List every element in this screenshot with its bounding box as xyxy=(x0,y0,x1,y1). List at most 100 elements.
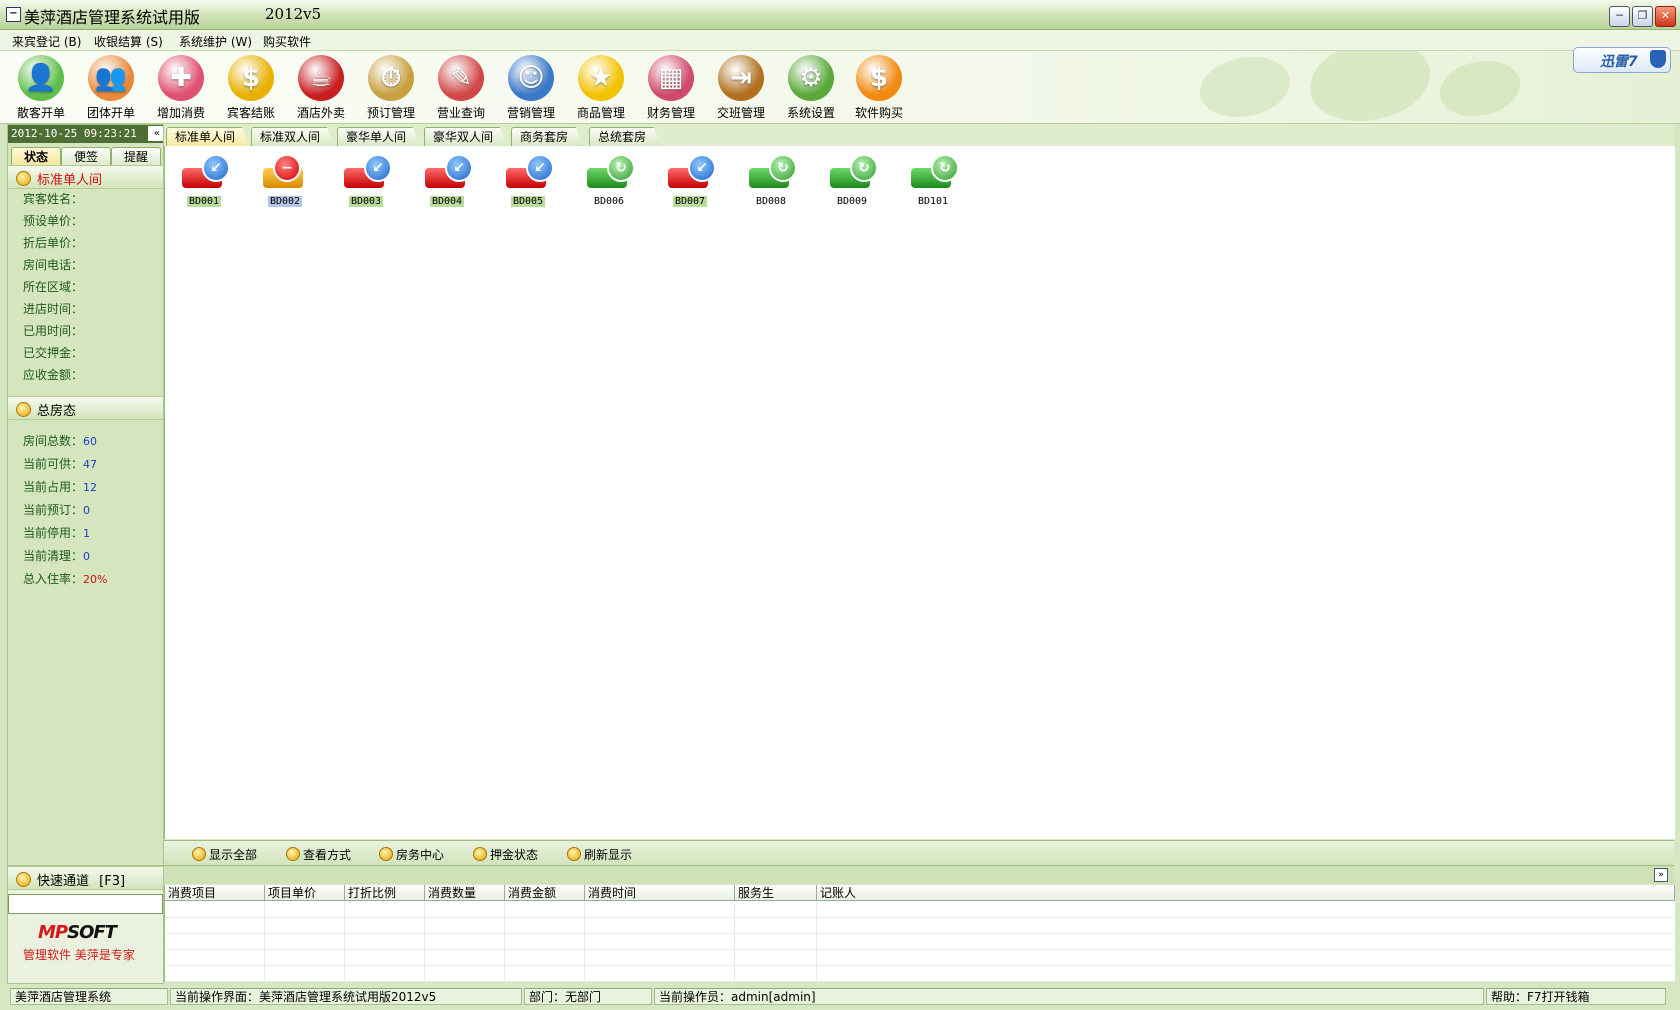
room-tile[interactable]: ↙ BD003 xyxy=(333,154,399,226)
menu-checkout[interactable]: 收银结算 (S) xyxy=(94,33,163,50)
grid-divider xyxy=(344,901,345,982)
action-button-4[interactable]: 刷新显示 xyxy=(567,846,632,863)
guest-field-label: 已交押金： xyxy=(23,346,84,360)
checkout-icon: $ xyxy=(228,55,274,101)
room-number: BD009 xyxy=(836,196,868,207)
room-tile[interactable]: ↙ BD004 xyxy=(414,154,480,226)
collapse-panel-button[interactable]: « xyxy=(148,126,163,141)
room-tile[interactable]: ↙ BD007 xyxy=(657,154,723,226)
toolbar-label: 营业查询 xyxy=(436,106,485,120)
grid-row-line xyxy=(165,933,1675,934)
room-tile[interactable]: ↻ BD101 xyxy=(900,154,966,226)
column-header[interactable]: 消费项目 xyxy=(165,885,265,901)
maximize-button[interactable]: ❐ xyxy=(1632,6,1653,27)
status-bar: 美萍酒店管理系统 当前操作界面：美萍酒店管理系统试用版2012v5 部门：无部门… xyxy=(0,984,1680,1010)
room-tile[interactable]: ↙ BD001 xyxy=(171,154,237,226)
toolbar-button-1[interactable]: 👥 团体开单 xyxy=(78,55,144,121)
column-header[interactable]: 消费数量 xyxy=(425,885,505,901)
toolbar-label: 预订管理 xyxy=(366,106,415,120)
toolbar: 👤 散客开单 👥 团体开单 ✚ 增加消费 $ 宾客结账 ☕ 酒店外卖 ⏱ 预订管理 ✎ 营业查询 ☺ 营销管理… xyxy=(0,51,1680,124)
quick-access-input[interactable] xyxy=(8,894,163,914)
toolbar-button-3[interactable]: $ 宾客结账 xyxy=(218,55,284,121)
room-info-header[interactable]: 标准单人间 xyxy=(8,165,163,189)
room-tile[interactable]: ↙ BD005 xyxy=(495,154,561,226)
grid-divider xyxy=(264,901,265,982)
quick-title-text: 快速通道 xyxy=(37,874,90,889)
room-type-tab-2[interactable]: 豪华单人间 xyxy=(337,127,422,147)
column-header[interactable]: 服务生 xyxy=(735,885,817,901)
settings-gear-icon: ⚙ xyxy=(788,55,834,101)
toolbar-button-10[interactable]: ⇥ 交班管理 xyxy=(708,55,774,121)
room-tile[interactable]: − BD002 xyxy=(252,154,318,226)
grid-row-line xyxy=(165,965,1675,966)
expand-icon[interactable]: » xyxy=(1654,868,1668,882)
toolbar-button-11[interactable]: ⚙ 系统设置 xyxy=(778,55,844,121)
toolbar-button-7[interactable]: ☺ 营销管理 xyxy=(498,55,564,121)
column-header[interactable]: 消费时间 xyxy=(585,885,735,901)
toolbar-button-12[interactable]: $ 软件购买 xyxy=(846,55,912,121)
room-tile[interactable]: ↻ BD008 xyxy=(738,154,804,226)
grid-row-line xyxy=(165,917,1675,918)
menu-buy-software[interactable]: 购买软件 xyxy=(263,33,311,50)
room-available-icon: ↻ xyxy=(587,154,635,188)
close-button[interactable]: ✕ xyxy=(1655,6,1676,27)
grid-divider xyxy=(734,901,735,982)
toolbar-button-4[interactable]: ☕ 酒店外卖 xyxy=(288,55,354,121)
buy-dollar-icon: $ xyxy=(856,55,902,101)
room-number: BD101 xyxy=(917,196,949,207)
xunlei-badge[interactable]: 迅雷7 xyxy=(1573,47,1671,73)
room-occupied-icon: ↙ xyxy=(182,154,230,188)
summary-field: 当前可供：47 xyxy=(23,455,97,472)
toolbar-button-0[interactable]: 👤 散客开单 xyxy=(8,55,74,121)
room-tile[interactable]: ↻ BD006 xyxy=(576,154,642,226)
toolbar-button-5[interactable]: ⏱ 预订管理 xyxy=(358,55,424,121)
window-version: 2012v5 xyxy=(265,5,322,23)
action-button-2[interactable]: 房务中心 xyxy=(379,846,444,863)
tab-notes[interactable]: 便签 xyxy=(61,147,111,166)
grid-divider xyxy=(816,901,817,982)
room-tile[interactable]: ↻ BD009 xyxy=(819,154,885,226)
toolbar-label: 增加消费 xyxy=(156,106,205,120)
action-label: 房务中心 xyxy=(396,848,445,862)
minimize-button[interactable]: ─ xyxy=(1609,6,1630,27)
action-button-1[interactable]: 查看方式 xyxy=(286,846,351,863)
action-button-3[interactable]: 押金状态 xyxy=(473,846,538,863)
action-label: 刷新显示 xyxy=(584,848,633,862)
room-occupied-icon: ↙ xyxy=(668,154,716,188)
room-type-tab-5[interactable]: 总统套房 xyxy=(589,127,662,147)
guest-field-label: 预设单价： xyxy=(23,214,84,228)
left-panel: 2012-10-25 09:23:21 « 状态 便签 提醒 标准单人间 宾客姓… xyxy=(7,124,164,984)
room-type-tab-0[interactable]: 标准单人间 xyxy=(166,127,251,147)
summary-header[interactable]: 总房态 xyxy=(8,396,163,420)
menu-system-maintenance[interactable]: 系统维护 (W) xyxy=(179,33,252,50)
guest-field-label: 所在区域： xyxy=(23,280,84,294)
mpsoft-logo: MPSOFT xyxy=(38,922,117,943)
toolbar-button-8[interactable]: ★ 商品管理 xyxy=(568,55,634,121)
quick-access-panel: 快速通道 [F3] MPSOFT 管理软件 美萍是专家 xyxy=(7,865,164,984)
toolbar-button-9[interactable]: ▦ 财务管理 xyxy=(638,55,704,121)
toolbar-button-6[interactable]: ✎ 营业查询 xyxy=(428,55,494,121)
marketing-icon: ☺ xyxy=(508,55,554,101)
room-type-tab-4[interactable]: 商务套房 xyxy=(511,127,584,147)
quick-hotkey: [F3] xyxy=(99,874,126,889)
room-available-icon: ↻ xyxy=(911,154,959,188)
column-header[interactable]: 消费金额 xyxy=(505,885,585,901)
room-type-tab-3[interactable]: 豪华双人间 xyxy=(424,127,509,147)
toolbar-label: 酒店外卖 xyxy=(296,106,345,120)
column-header[interactable]: 记账人 xyxy=(817,885,1675,901)
action-icon xyxy=(473,847,487,861)
summary-value: 47 xyxy=(83,458,98,471)
toolbar-label: 营销管理 xyxy=(506,106,555,120)
status-operator: 当前操作员：admin[admin] xyxy=(654,988,1484,1005)
column-header[interactable]: 项目单价 xyxy=(265,885,345,901)
group-guests-icon: 👥 xyxy=(88,55,134,101)
menu-guest-register[interactable]: 来宾登记 (B) xyxy=(12,33,81,50)
toolbar-label: 系统设置 xyxy=(786,106,835,120)
toolbar-button-2[interactable]: ✚ 增加消费 xyxy=(148,55,214,121)
tab-status[interactable]: 状态 xyxy=(11,147,61,166)
system-menu-icon[interactable]: − xyxy=(6,7,21,22)
room-type-tab-1[interactable]: 标准双人间 xyxy=(251,127,336,147)
action-button-0[interactable]: 显示全部 xyxy=(192,846,257,863)
column-header[interactable]: 打折比例 xyxy=(345,885,425,901)
tab-reminders[interactable]: 提醒 xyxy=(111,147,161,166)
